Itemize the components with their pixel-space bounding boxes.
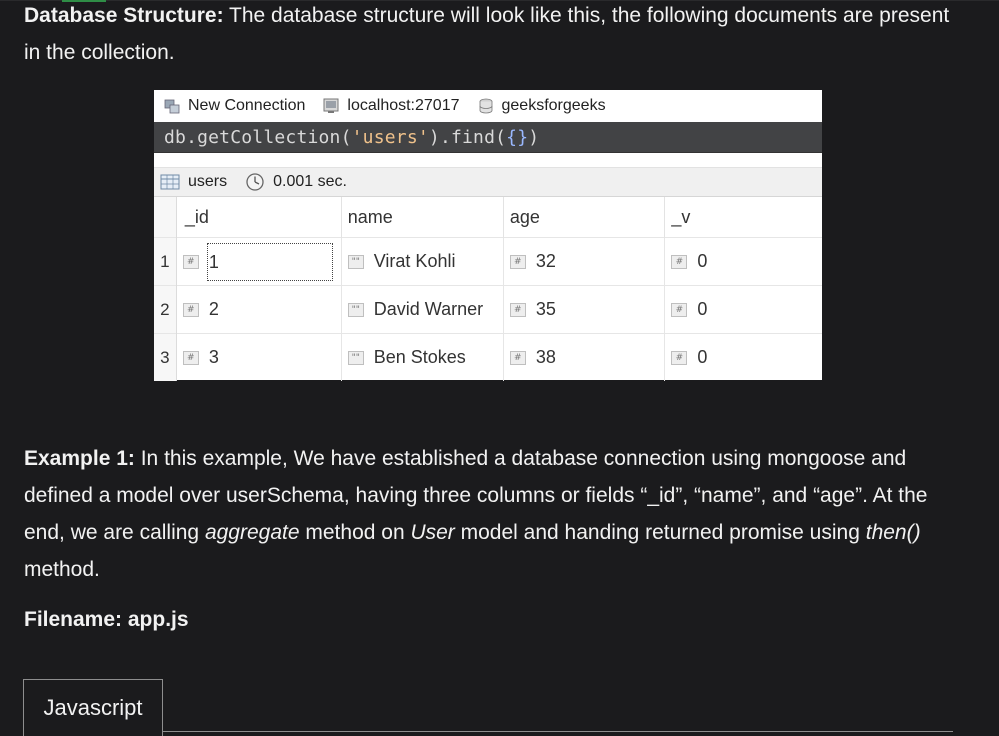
server-icon (323, 98, 339, 113)
clock-icon (246, 173, 264, 191)
number-type-icon: # (671, 302, 688, 317)
cell-id[interactable]: #1 (176, 237, 342, 286)
cell-v[interactable]: #0 (664, 285, 822, 334)
table-row[interactable]: 2 #2 "" David Warner #35 #0 (154, 285, 822, 334)
selected-cell-value[interactable]: 1 (205, 241, 335, 283)
query-mid: ).find( (428, 126, 507, 148)
example-text-4: method. (24, 558, 100, 581)
example-italic-user: User (410, 521, 455, 544)
result-collection: users (188, 173, 228, 190)
cell-value: 32 (535, 251, 556, 271)
result-table: _id name age _v 1 #1 "" Virat Kohli #32 #… (154, 197, 822, 381)
cell-value: Virat Kohli (373, 251, 456, 271)
cell-age[interactable]: #38 (503, 333, 666, 381)
cell-id[interactable]: #2 (176, 285, 342, 334)
cell-value: 38 (535, 347, 556, 367)
query-obj: {} (506, 126, 529, 148)
cell-value: David Warner (373, 299, 484, 319)
cell-value: 0 (697, 299, 708, 319)
example-text-3: model and handing returned promise using (454, 521, 866, 544)
row-number-header (154, 197, 177, 238)
example-italic-then: then() (865, 521, 921, 544)
number-type-icon: # (182, 350, 199, 365)
query-bar: db.getCollection('users').find({}) (154, 122, 822, 153)
column-header-age[interactable]: age (503, 197, 666, 238)
cell-value: 35 (535, 299, 556, 319)
number-type-icon: # (509, 302, 526, 317)
table-header-row: _id name age _v (154, 197, 822, 238)
cell-value: 3 (208, 347, 219, 367)
intro-bold: Database Structure: (24, 4, 224, 27)
spacer (154, 153, 822, 167)
cell-name[interactable]: "" David Warner (341, 285, 504, 334)
string-type-icon: "" (347, 302, 364, 317)
cell-age[interactable]: #32 (503, 237, 666, 286)
number-type-icon: # (182, 254, 199, 269)
database-name: geeksforgeeks (501, 97, 606, 114)
cell-v[interactable]: #0 (664, 237, 822, 286)
query-arg: 'users' (351, 126, 429, 148)
connection-bar: New Connection localhost:27017 geeksforg… (154, 90, 822, 122)
cell-v[interactable]: #0 (664, 333, 822, 381)
mongo-result-screenshot: New Connection localhost:27017 geeksforg… (154, 90, 822, 381)
cell-value: 2 (208, 299, 219, 319)
number-type-icon: # (671, 254, 688, 269)
cell-value: 0 (697, 251, 708, 271)
example-text-2: method on (299, 521, 411, 544)
string-type-icon: "" (347, 350, 364, 365)
column-header-name[interactable]: name (341, 197, 504, 238)
cell-name[interactable]: "" Ben Stokes (341, 333, 504, 381)
row-number: 1 (154, 237, 177, 286)
query-end: ) (528, 126, 540, 148)
example-paragraph: Example 1: In this example, We have esta… (24, 440, 969, 588)
tab-underline (163, 731, 953, 732)
table-row[interactable]: 1 #1 "" Virat Kohli #32 #0 (154, 237, 822, 286)
filename-label: Filename: app.js (24, 608, 189, 631)
example-bold: Example 1: (24, 447, 135, 470)
connection-host: localhost:27017 (347, 97, 460, 114)
column-header-v[interactable]: _v (665, 197, 822, 238)
cell-value: 0 (697, 347, 708, 367)
intro-paragraph: Database Structure: The database structu… (24, 0, 969, 71)
cell-age[interactable]: #35 (503, 285, 666, 334)
database-icon (479, 98, 492, 114)
number-type-icon: # (671, 350, 688, 365)
row-number: 2 (154, 285, 177, 334)
column-header-id[interactable]: _id (176, 197, 342, 238)
cell-value: Ben Stokes (373, 347, 466, 367)
cell-name[interactable]: "" Virat Kohli (341, 237, 504, 286)
result-time: 0.001 sec. (273, 173, 347, 190)
table-icon (160, 174, 180, 190)
result-bar: users 0.001 sec. (154, 167, 822, 197)
table-row[interactable]: 3 #3 "" Ben Stokes #38 #0 (154, 333, 822, 381)
number-type-icon: # (509, 350, 526, 365)
string-type-icon: "" (347, 254, 364, 269)
tab-javascript[interactable]: Javascript (23, 679, 163, 736)
example-italic-aggregate: aggregate (204, 521, 300, 544)
row-number: 3 (154, 333, 177, 381)
query-prefix: db.getCollection( (164, 126, 352, 148)
number-type-icon: # (509, 254, 526, 269)
connection-icon (164, 99, 180, 114)
connection-name: New Connection (188, 97, 306, 114)
cell-id[interactable]: #3 (176, 333, 342, 381)
number-type-icon: # (182, 302, 199, 317)
